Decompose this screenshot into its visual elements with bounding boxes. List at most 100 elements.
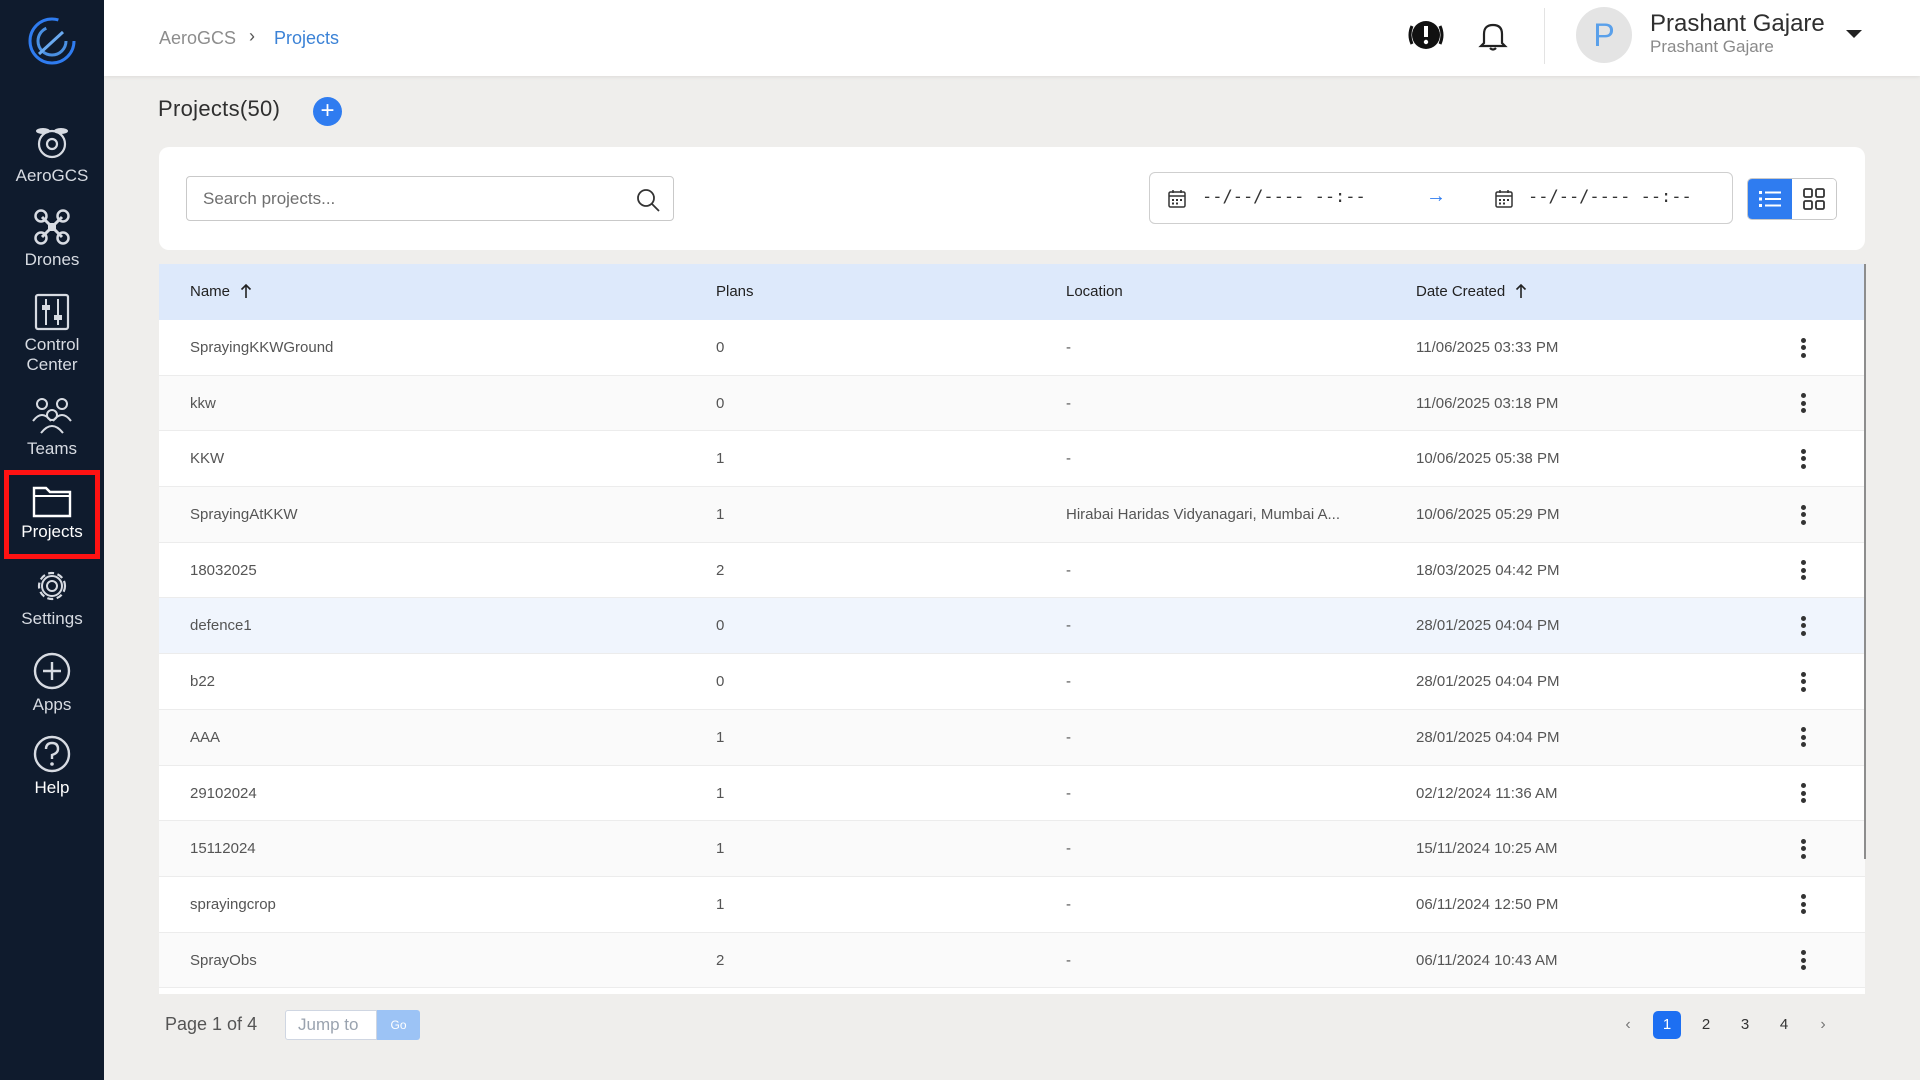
cell-name[interactable]: sprayingcrop bbox=[190, 896, 276, 913]
table-row[interactable]: defence1 0 - 28/01/2025 04:04 PM bbox=[159, 598, 1865, 655]
gear-icon bbox=[37, 571, 67, 601]
top-bar: AeroGCS › Projects P Prashant Gajare Pra… bbox=[104, 0, 1920, 76]
column-header-plans[interactable]: Plans bbox=[716, 283, 754, 300]
table-body: SprayingKKWGround 0 - 11/06/2025 03:33 P… bbox=[159, 320, 1865, 989]
breadcrumb-root[interactable]: AeroGCS bbox=[159, 28, 236, 49]
table-scrollbar[interactable] bbox=[1864, 264, 1866, 859]
cell-date: 11/06/2025 03:18 PM bbox=[1416, 394, 1559, 412]
cell-location: - bbox=[1066, 673, 1071, 691]
table-row[interactable]: 18032025 2 - 18/03/2025 04:42 PM bbox=[159, 542, 1865, 599]
more-vertical-icon[interactable] bbox=[1797, 893, 1809, 919]
page-button-2[interactable]: 2 bbox=[1692, 1011, 1720, 1039]
sidebar-item-aerogcs[interactable]: AeroGCS bbox=[4, 122, 100, 186]
cell-name[interactable]: SprayObs bbox=[190, 952, 257, 969]
page-button-3[interactable]: 3 bbox=[1731, 1011, 1759, 1039]
column-header-name[interactable]: Name bbox=[190, 283, 252, 300]
more-vertical-icon[interactable] bbox=[1797, 726, 1809, 752]
more-vertical-icon[interactable] bbox=[1797, 614, 1809, 640]
column-header-date-created[interactable]: Date Created bbox=[1416, 283, 1527, 300]
jump-to-input[interactable] bbox=[286, 1011, 376, 1039]
cell-location: - bbox=[1066, 339, 1071, 356]
cell-location: - bbox=[1066, 394, 1071, 412]
sort-arrow-up-icon[interactable] bbox=[1515, 283, 1527, 299]
table-row[interactable]: kkw 0 - 11/06/2025 03:18 PM bbox=[159, 375, 1865, 432]
caret-down-icon[interactable] bbox=[1846, 30, 1862, 38]
prev-page-button[interactable]: ‹ bbox=[1614, 1011, 1642, 1039]
cell-name[interactable]: defence1 bbox=[190, 617, 252, 634]
add-project-button[interactable]: + bbox=[313, 97, 342, 126]
table-header: Name Plans Location Date Created bbox=[159, 264, 1865, 320]
plus-circle-icon bbox=[33, 652, 71, 690]
table-row[interactable]: SprayingAtKKW 1 Hirabai Haridas Vidyanag… bbox=[159, 487, 1865, 543]
cell-location: - bbox=[1066, 784, 1071, 802]
more-vertical-icon[interactable] bbox=[1797, 447, 1809, 473]
cell-name[interactable]: 15112024 bbox=[190, 840, 256, 857]
column-header-location[interactable]: Location bbox=[1066, 283, 1123, 300]
sidebar-item-settings[interactable]: Settings bbox=[4, 567, 100, 629]
alert-icon[interactable] bbox=[1406, 18, 1446, 52]
page-button-1[interactable]: 1 bbox=[1653, 1011, 1681, 1039]
date-to-field[interactable]: --/--/---- --:-- bbox=[1528, 187, 1692, 207]
cell-name[interactable]: 29102024 bbox=[190, 785, 257, 802]
sort-arrow-up-icon[interactable] bbox=[240, 283, 252, 299]
table-row[interactable]: SprayObs 2 - 06/11/2024 10:43 AM bbox=[159, 932, 1865, 989]
date-from-field[interactable]: --/--/---- --:-- bbox=[1202, 187, 1366, 207]
cell-location: - bbox=[1066, 450, 1071, 468]
cell-name[interactable]: SprayingAtKKW bbox=[190, 506, 298, 523]
list-icon bbox=[1759, 191, 1781, 207]
list-view-button[interactable] bbox=[1748, 179, 1792, 219]
table-row[interactable]: 15112024 1 - 15/11/2024 10:25 AM bbox=[159, 821, 1865, 877]
bell-icon[interactable] bbox=[1478, 20, 1508, 52]
go-button[interactable]: Go bbox=[377, 1010, 420, 1040]
cell-location: - bbox=[1066, 617, 1071, 635]
calendar-icon[interactable] bbox=[1168, 189, 1186, 208]
next-page-button[interactable]: › bbox=[1809, 1011, 1837, 1039]
search-icon[interactable] bbox=[635, 187, 661, 213]
filter-card: --/--/---- --:-- → --/--/---- --:-- bbox=[159, 147, 1865, 250]
arrow-right-icon: → bbox=[1426, 185, 1446, 207]
page-button-4[interactable]: 4 bbox=[1770, 1011, 1798, 1039]
cell-name[interactable]: 18032025 bbox=[190, 562, 257, 579]
sidebar-item-control-center[interactable]: Control Center bbox=[4, 293, 100, 375]
table-row[interactable]: KKW 1 - 10/06/2025 05:38 PM bbox=[159, 431, 1865, 488]
more-vertical-icon[interactable] bbox=[1797, 336, 1809, 362]
cell-name[interactable]: SprayingKKWGround bbox=[190, 339, 333, 356]
cell-name[interactable]: AAA bbox=[190, 729, 220, 746]
user-name[interactable]: Prashant Gajare bbox=[1650, 10, 1825, 38]
cell-plans: 0 bbox=[716, 673, 725, 691]
date-range-picker[interactable]: --/--/---- --:-- → --/--/---- --:-- bbox=[1149, 172, 1733, 224]
more-vertical-icon[interactable] bbox=[1797, 949, 1809, 975]
more-vertical-icon[interactable] bbox=[1797, 559, 1809, 585]
calendar-icon[interactable] bbox=[1495, 189, 1513, 208]
more-vertical-icon[interactable] bbox=[1797, 503, 1809, 529]
table-row[interactable]: 29102024 1 - 02/12/2024 11:36 AM bbox=[159, 765, 1865, 822]
cell-name[interactable]: kkw bbox=[190, 395, 216, 412]
table-row[interactable]: SprayingKKWGround 0 - 11/06/2025 03:33 P… bbox=[159, 320, 1865, 376]
more-vertical-icon[interactable] bbox=[1797, 392, 1809, 418]
table-row[interactable]: sprayingcrop 1 - 06/11/2024 12:50 PM bbox=[159, 876, 1865, 933]
grid-view-button[interactable] bbox=[1792, 179, 1836, 219]
cell-name[interactable]: b22 bbox=[190, 673, 215, 690]
table-row[interactable]: AAA 1 - 28/01/2025 04:04 PM bbox=[159, 709, 1865, 766]
sidebar-item-label: Settings bbox=[21, 609, 83, 628]
sidebar-item-help[interactable]: Help bbox=[4, 734, 100, 798]
cell-plans: 0 bbox=[716, 617, 725, 635]
cell-date: 11/06/2025 03:33 PM bbox=[1416, 339, 1559, 356]
sidebar-item-teams[interactable]: Teams bbox=[4, 395, 100, 459]
breadcrumb-current: Projects bbox=[274, 28, 340, 48]
search-input[interactable] bbox=[203, 177, 623, 220]
cell-plans: 1 bbox=[716, 728, 725, 746]
avatar[interactable]: P bbox=[1576, 7, 1632, 63]
cell-location: - bbox=[1066, 840, 1071, 858]
more-vertical-icon[interactable] bbox=[1797, 670, 1809, 696]
sidebar-item-projects[interactable]: Projects bbox=[4, 470, 100, 559]
table-row[interactable]: b22 0 - 28/01/2025 04:04 PM bbox=[159, 654, 1865, 710]
sidebar-item-drones[interactable]: Drones bbox=[4, 208, 100, 270]
cell-date: 28/01/2025 04:04 PM bbox=[1416, 728, 1560, 746]
sidebar-item-apps[interactable]: Apps bbox=[4, 651, 100, 715]
more-vertical-icon[interactable] bbox=[1797, 837, 1809, 863]
app-logo-icon[interactable] bbox=[25, 14, 79, 68]
cell-location: - bbox=[1066, 951, 1071, 969]
more-vertical-icon[interactable] bbox=[1797, 782, 1809, 808]
cell-name[interactable]: KKW bbox=[190, 450, 224, 467]
